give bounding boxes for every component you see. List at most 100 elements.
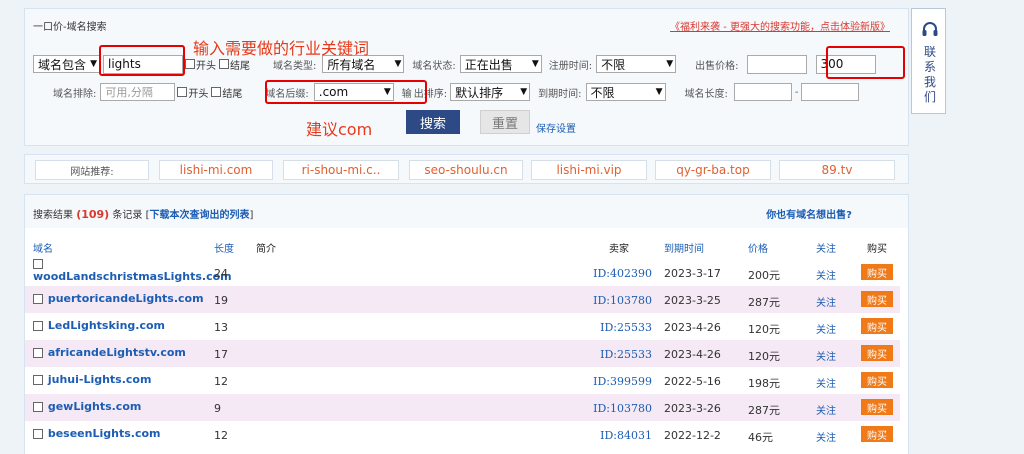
row-expiry: 2023-3-17 <box>664 267 721 280</box>
row-price: 200元 <box>748 269 780 282</box>
table-row: puertoricandeLights.com 19 ID:103780 202… <box>25 286 900 313</box>
domain-link[interactable]: LedLightsking.com <box>33 319 165 332</box>
domain-link[interactable]: gewLights.com <box>33 400 141 413</box>
suffix-annotation: 建议com <box>306 120 373 139</box>
sort-select[interactable]: 默认排序 ▼ <box>450 83 531 101</box>
col-header-domain[interactable]: 域名 <box>33 240 53 255</box>
row-checkbox[interactable] <box>33 259 43 269</box>
recommend-site-1[interactable]: lishi-mi.com <box>159 160 273 180</box>
table-row: woodLandschristmasLights.com 24 ID:40239… <box>25 259 900 286</box>
buy-button[interactable]: 购买 <box>861 264 893 280</box>
match-type-select[interactable]: 域名包含 ▼ <box>33 55 100 73</box>
col-header-seller: 卖家 <box>609 244 629 255</box>
follow-link[interactable]: 关注 <box>816 321 836 336</box>
row-checkbox[interactable] <box>33 321 43 331</box>
keyword-annotation: 输入需要做的行业关键词 <box>193 39 370 58</box>
download-list-link[interactable]: 下载本次查询出的列表 <box>150 210 250 221</box>
row-checkbox[interactable] <box>33 348 43 358</box>
col-header-expiry[interactable]: 到期时间 <box>664 240 704 255</box>
table-row: LedLightsking.com 13 ID:25533 2023-4-26 … <box>25 313 900 340</box>
reset-button[interactable]: 重置 <box>480 110 530 134</box>
price-highlight-box <box>826 46 905 79</box>
contact-us-widget[interactable]: 联系我们 <box>911 8 946 114</box>
search-panel: 一口价-域名搜索 《福利来袭 - 更强大的搜索功能，点击体验新版》 域名包含 ▼ … <box>24 8 909 146</box>
search-button[interactable]: 搜索 <box>406 110 460 134</box>
row-price: 46元 <box>748 431 773 444</box>
results-header: 搜索结果 (109) 条记录 [下载本次查询出的列表] 你也有域名想出售? <box>25 195 908 228</box>
seller-link[interactable]: ID:402390 <box>593 267 652 280</box>
col-header-length[interactable]: 长度 <box>214 240 234 255</box>
row-checkbox[interactable] <box>33 294 43 304</box>
suffix-highlight-box <box>265 80 427 104</box>
starts-with-checkbox[interactable] <box>185 59 195 69</box>
seller-link[interactable]: ID:25533 <box>600 348 652 361</box>
col-header-follow: 关注 <box>816 244 836 255</box>
chevron-down-icon: ▼ <box>90 59 97 69</box>
recommend-site-2[interactable]: ri-shou-mi.c.. <box>283 160 399 180</box>
exclude-ends-checkbox[interactable] <box>211 87 222 97</box>
table-row: beseenLights.com 12 ID:84031 2022-12-2 4… <box>25 421 900 448</box>
row-length: 13 <box>214 321 228 334</box>
recommend-site-4[interactable]: lishi-mi.vip <box>531 160 647 180</box>
row-expiry: 2022-12-2 <box>664 429 721 442</box>
results-panel: 搜索结果 (109) 条记录 [下载本次查询出的列表] 你也有域名想出售? 域名… <box>24 194 909 454</box>
exclude-starts-checkbox[interactable] <box>177 87 188 97</box>
results-suffix: 条记录 [ <box>112 210 150 221</box>
recommend-site-6[interactable]: 89.tv <box>779 160 895 180</box>
table-row: gewLights.com 9 ID:103780 2023-3-26 287元… <box>25 394 900 421</box>
domain-link[interactable]: juhui-Lights.com <box>33 373 151 386</box>
buy-button[interactable]: 购买 <box>861 318 893 334</box>
follow-link[interactable]: 关注 <box>816 375 836 390</box>
price-label: 出售价格: <box>695 60 739 72</box>
row-length: 17 <box>214 348 228 361</box>
domain-link[interactable]: woodLandschristmasLights.com <box>33 257 232 283</box>
exclude-label: 域名排除: <box>53 88 97 100</box>
row-price: 287元 <box>748 296 780 309</box>
row-checkbox[interactable] <box>33 402 43 412</box>
reg-time-select[interactable]: 不限 ▼ <box>596 55 677 73</box>
seller-link[interactable]: ID:25533 <box>600 321 652 334</box>
buy-button[interactable]: 购买 <box>861 426 893 442</box>
follow-link[interactable]: 关注 <box>816 402 836 417</box>
recommend-site-5[interactable]: qy-gr-ba.top <box>655 160 771 180</box>
expire-label: 到期时间: <box>538 88 582 100</box>
follow-link[interactable]: 关注 <box>816 429 836 444</box>
buy-button[interactable]: 购买 <box>861 345 893 361</box>
expire-select[interactable]: 不限 ▼ <box>585 83 666 101</box>
follow-link[interactable]: 关注 <box>816 294 836 309</box>
seller-link[interactable]: ID:103780 <box>593 402 652 415</box>
row-expiry: 2023-3-25 <box>664 294 721 307</box>
row-price: 198元 <box>748 377 780 390</box>
row-checkbox[interactable] <box>33 429 43 439</box>
follow-link[interactable]: 关注 <box>816 267 836 282</box>
buy-button[interactable]: 购买 <box>861 399 893 415</box>
col-header-price[interactable]: 价格 <box>748 240 768 255</box>
domain-link[interactable]: africandeLightstv.com <box>33 346 186 359</box>
exclude-ends-label: 结尾 <box>222 88 243 100</box>
seller-link[interactable]: ID:103780 <box>593 294 652 307</box>
ends-with-checkbox[interactable] <box>219 59 229 69</box>
row-checkbox[interactable] <box>33 375 43 385</box>
buy-button[interactable]: 购买 <box>861 291 893 307</box>
promo-link[interactable]: 《福利来袭 - 更强大的搜索功能，点击体验新版》 <box>670 18 890 33</box>
reg-time-label: 注册时间: <box>548 60 593 72</box>
save-settings-link[interactable]: 保存设置 <box>536 120 576 135</box>
sell-domain-link[interactable]: 你也有域名想出售? <box>766 206 852 221</box>
length-max-input[interactable] <box>801 83 860 101</box>
exclude-input[interactable]: 可用,分隔 <box>100 83 176 101</box>
row-price: 120元 <box>748 323 780 336</box>
price-min-input[interactable] <box>746 54 807 74</box>
recommend-site-3[interactable]: seo-shoulu.cn <box>409 160 523 180</box>
keyword-highlight-box <box>99 45 185 76</box>
chevron-down-icon: ▼ <box>394 59 402 69</box>
buy-button[interactable]: 购买 <box>861 372 893 388</box>
follow-link[interactable]: 关注 <box>816 348 836 363</box>
domain-status-select[interactable]: 正在出售 ▼ <box>459 55 542 73</box>
domain-link[interactable]: beseenLights.com <box>33 427 161 440</box>
length-min-input[interactable] <box>733 83 792 101</box>
seller-link[interactable]: ID:84031 <box>600 429 652 442</box>
domain-link[interactable]: puertoricandeLights.com <box>33 292 204 305</box>
seller-link[interactable]: ID:399599 <box>593 375 652 388</box>
row-price: 120元 <box>748 350 780 363</box>
row-length: 12 <box>214 375 228 388</box>
